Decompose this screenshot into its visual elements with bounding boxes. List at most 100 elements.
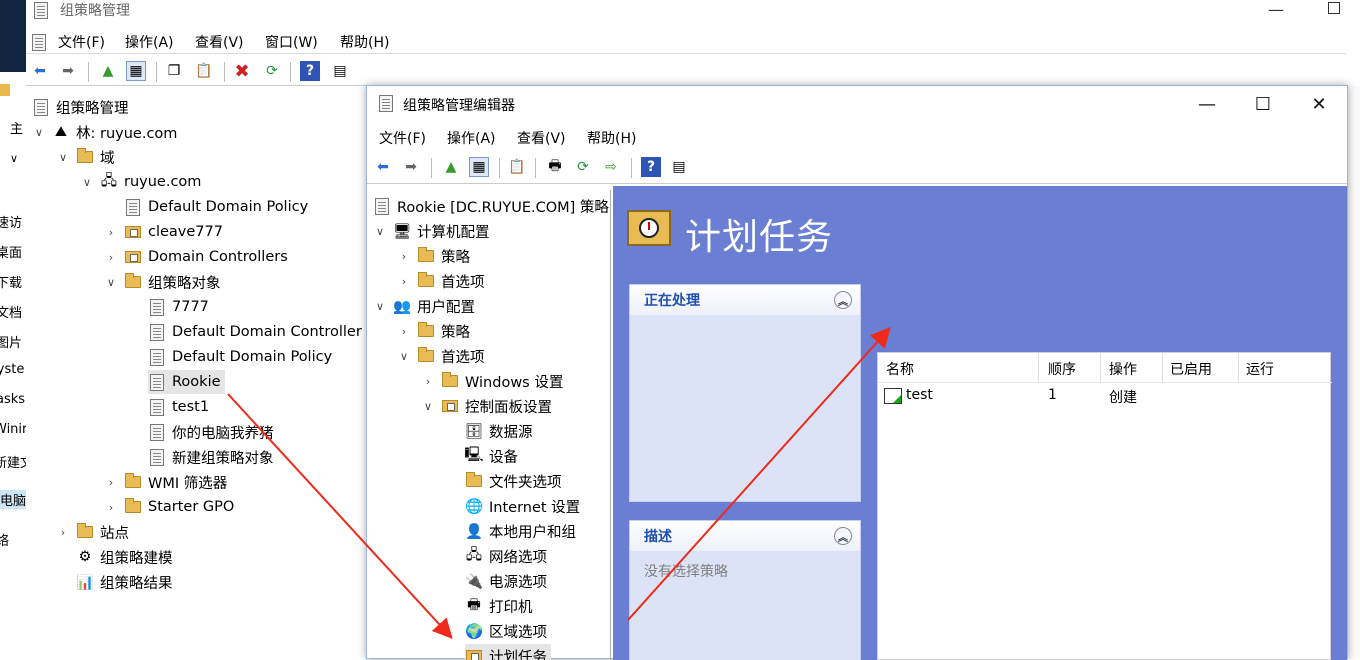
tree-domains[interactable]: ∨ 域 — [56, 145, 115, 169]
tree-cp-item[interactable]: 🖶 打印机 — [465, 594, 532, 618]
chevron-right-icon[interactable]: › — [104, 251, 118, 264]
desktop-item[interactable]: 文档 — [0, 302, 22, 321]
export-icon[interactable]: ⇨ — [601, 157, 621, 177]
desktop-item[interactable]: asks — [0, 392, 25, 407]
tree-root[interactable]: 组策略管理 — [32, 95, 129, 119]
tree-gpo-item[interactable]: Default Domain Policy — [148, 345, 332, 369]
desktop-item[interactable]: 图片 — [0, 332, 22, 351]
editor-tree-root[interactable]: Rookie [DC.RUYUE.COM] 策略 — [373, 194, 609, 218]
tree-preferences[interactable]: ∨ 首选项 — [397, 344, 485, 368]
col-run[interactable]: 运行 — [1246, 359, 1274, 379]
tree-default-domain-policy-link[interactable]: Default Domain Policy — [124, 195, 308, 219]
chevron-down-icon[interactable]: ∨ — [104, 276, 118, 289]
col-order[interactable]: 顺序 — [1048, 359, 1076, 379]
menu-file[interactable]: 文件(F) — [379, 128, 426, 148]
chevron-down-icon[interactable]: ∨ — [397, 350, 411, 363]
tree-gpo-item[interactable]: 新建组策略对象 — [148, 445, 274, 469]
app-menu-icon[interactable] — [30, 33, 48, 51]
forward-icon[interactable]: ➡ — [58, 61, 78, 81]
tree-control-panel[interactable]: ∨ 控制面板设置 — [421, 394, 552, 418]
up-folder-icon[interactable]: ▲ — [98, 61, 118, 81]
tree-gpo-objects[interactable]: ∨ 组策略对象 — [104, 270, 221, 294]
chevron-right-icon[interactable]: › — [397, 275, 411, 288]
collapse-icon[interactable]: ︽ — [834, 527, 852, 545]
up-folder-icon[interactable]: ▲ — [441, 157, 461, 177]
back-icon[interactable]: ⬅ — [30, 61, 50, 81]
tree-gpo-item[interactable]: Default Domain Controller — [148, 320, 362, 344]
delete-icon[interactable]: ✖ — [232, 61, 252, 82]
help-icon[interactable]: ? — [300, 61, 320, 81]
tree-gpo-item[interactable]: test1 — [148, 395, 209, 419]
tree-windows-settings[interactable]: › Windows 设置 — [421, 369, 563, 393]
desktop-item[interactable]: 新建文 — [0, 452, 26, 471]
table-row[interactable]: test 1 创建 — [878, 383, 1332, 409]
col-name[interactable]: 名称 — [886, 359, 914, 379]
desktop-item[interactable]: 主 — [10, 118, 23, 137]
chevron-down-icon[interactable]: ∨ — [10, 152, 18, 165]
tree-cp-item[interactable]: 🔌 电源选项 — [465, 569, 547, 593]
tree-cp-item[interactable]: 🗄 数据源 — [465, 419, 533, 443]
tree-ou-domain-controllers[interactable]: › Domain Controllers — [104, 245, 288, 269]
chevron-right-icon[interactable]: › — [104, 226, 118, 239]
chevron-down-icon[interactable]: ∨ — [56, 151, 70, 164]
tree-cp-item[interactable]: 🌐 Internet 设置 — [465, 494, 580, 518]
properties-icon[interactable]: ▤ — [669, 157, 689, 177]
refresh-icon[interactable]: ⟳ — [262, 61, 282, 81]
desktop-item-selected[interactable]: 电脑 — [0, 490, 26, 509]
tree-ou-cleave[interactable]: › cleave777 — [104, 220, 223, 244]
chevron-right-icon[interactable]: › — [104, 501, 118, 514]
tree-gp-modeling[interactable]: ⚙ 组策略建模 — [76, 545, 173, 569]
desktop-item[interactable]: 速访 — [0, 212, 22, 231]
help-icon[interactable]: ? — [641, 157, 661, 177]
chevron-right-icon[interactable]: › — [397, 325, 411, 338]
desktop-item[interactable]: syste — [0, 362, 24, 377]
desktop-item[interactable]: 桌面 — [0, 242, 22, 261]
tree-cp-item[interactable]: 文件夹选项 — [465, 469, 562, 493]
processing-card-header[interactable]: 正在处理 ︽ — [630, 285, 860, 315]
chevron-right-icon[interactable]: › — [397, 250, 411, 263]
tree-preferences[interactable]: › 首选项 — [397, 269, 485, 293]
back-icon[interactable]: ⬅ — [373, 157, 393, 177]
tree-user-config[interactable]: ∨ 👥 用户配置 — [373, 294, 475, 318]
tree-cp-item-selected[interactable]: 计划任务 — [465, 644, 551, 660]
show-hide-tree-icon[interactable]: ▦ — [126, 61, 146, 81]
tree-cp-item[interactable]: 🖧 网络选项 — [465, 544, 547, 568]
show-hide-tree-icon[interactable]: ▦ — [469, 157, 489, 177]
tree-gpo-item-selected[interactable]: Rookie — [148, 370, 225, 394]
editor-close-button[interactable]: ✕ — [1299, 90, 1339, 118]
tree-computer-config[interactable]: ∨ 🖥 计算机配置 — [373, 219, 490, 243]
collapse-icon[interactable]: ︽ — [834, 291, 852, 309]
desktop-item[interactable]: 下载 — [0, 272, 22, 291]
tree-cp-item[interactable]: 🌍 区域选项 — [465, 619, 547, 643]
col-enabled[interactable]: 已启用 — [1170, 359, 1212, 379]
tree-policy[interactable]: › 策略 — [397, 244, 470, 268]
chevron-down-icon[interactable]: ∨ — [32, 126, 46, 139]
minimize-button[interactable]: — — [1268, 0, 1284, 19]
chevron-right-icon[interactable]: › — [104, 476, 118, 489]
forward-icon[interactable]: ➡ — [401, 157, 421, 177]
menu-action[interactable]: 操作(A) — [125, 32, 174, 52]
tree-sites[interactable]: › 站点 — [56, 520, 129, 544]
maximize-button[interactable] — [1328, 2, 1340, 14]
menu-view[interactable]: 查看(V) — [517, 128, 566, 148]
refresh-icon[interactable]: ⟳ — [573, 157, 593, 177]
editor-minimize-button[interactable]: — — [1187, 90, 1227, 118]
tree-gpo-item[interactable]: 你的电脑我养猪 — [148, 420, 274, 444]
properties-icon[interactable]: ▤ — [330, 61, 350, 81]
tree-wmi-filters[interactable]: › WMI 筛选器 — [104, 470, 227, 494]
tree-gpo-item[interactable]: 7777 — [148, 295, 209, 319]
description-card-header[interactable]: 描述 ︽ — [630, 521, 860, 551]
tree-policy[interactable]: › 策略 — [397, 319, 470, 343]
tree-forest[interactable]: ∨ ⛰ 林: ruyue.com — [32, 120, 177, 144]
tree-domain-ruyue[interactable]: ∨ 🖧 ruyue.com — [80, 170, 201, 194]
tree-gp-results[interactable]: 📊 组策略结果 — [76, 570, 173, 594]
tree-cp-item[interactable]: 👤 本地用户和组 — [465, 519, 576, 543]
desktop-item[interactable]: 络 — [0, 530, 9, 549]
menu-view[interactable]: 查看(V) — [195, 32, 244, 52]
editor-maximize-button[interactable]: ☐ — [1243, 90, 1283, 118]
menu-file[interactable]: 文件(F) — [58, 32, 105, 52]
menu-action[interactable]: 操作(A) — [447, 128, 496, 148]
copy-icon[interactable]: ❐ — [164, 61, 184, 81]
chevron-down-icon[interactable]: ∨ — [421, 400, 435, 413]
tree-starter-gpo[interactable]: › Starter GPO — [104, 495, 234, 519]
